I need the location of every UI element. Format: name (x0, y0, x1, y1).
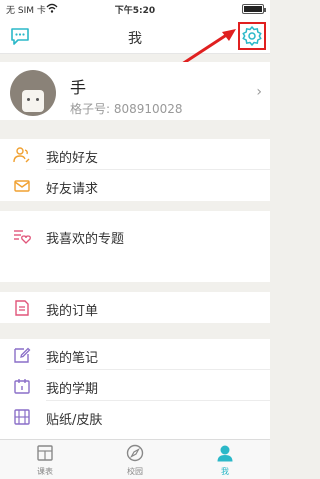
menu-item-favorite-topics[interactable]: 我喜欢的专题 (0, 220, 270, 251)
menu-item-label: 好友请求 (46, 182, 99, 197)
tab-label: 校园 (127, 467, 143, 476)
tab-label: 课表 (37, 467, 53, 476)
person-icon (217, 445, 233, 462)
friends-icon (13, 147, 30, 163)
menu-item-semester[interactable]: 我的学期 (0, 370, 270, 401)
tab-schedule[interactable]: 课表 (0, 440, 90, 479)
heart-list-icon (14, 230, 31, 244)
profile-card[interactable]: 手 格子号: 808910028 › (0, 62, 270, 120)
tab-label: 我 (221, 467, 229, 476)
notes-section: 我的笔记 我的学期 贴纸/皮肤 (0, 339, 270, 439)
menu-item-label: 我的学期 (46, 382, 99, 397)
tab-bar: 课表 校园 我 (0, 439, 270, 479)
envelope-icon (14, 180, 30, 192)
menu-item-notes[interactable]: 我的笔记 (0, 339, 270, 370)
menu-item-orders[interactable]: 我的订单 (0, 292, 270, 323)
tab-campus[interactable]: 校园 (90, 440, 180, 479)
settings-button[interactable] (238, 22, 266, 50)
friends-section: 我的好友 好友请求 (0, 139, 270, 201)
topics-section: 我喜欢的专题 (0, 211, 270, 282)
orders-section: 我的订单 (0, 292, 270, 323)
battery-icon (242, 4, 266, 14)
tab-me[interactable]: 我 (180, 440, 270, 479)
film-icon (14, 409, 30, 425)
menu-item-label: 我的笔记 (46, 351, 99, 366)
menu-item-label: 贴纸/皮肤 (46, 413, 103, 428)
profile-id: 格子号: 808910028 (70, 102, 183, 116)
gear-icon (242, 26, 262, 46)
menu-item-friend-requests[interactable]: 好友请求 (0, 170, 270, 201)
avatar (10, 70, 56, 116)
calendar-icon (14, 379, 30, 394)
note-pencil-icon (14, 347, 31, 363)
status-bar: 无 SIM 卡 下午5:20 (0, 0, 270, 18)
menu-item-label: 我的好友 (46, 151, 99, 166)
menu-item-label: 我的订单 (46, 304, 99, 319)
order-icon (15, 300, 29, 316)
menu-item-stickers[interactable]: 贴纸/皮肤 (0, 401, 270, 432)
status-time: 下午5:20 (114, 6, 156, 16)
profile-name: 手 (70, 78, 87, 97)
chevron-right-icon: › (256, 84, 262, 100)
compass-icon (126, 444, 144, 462)
menu-item-label: 我喜欢的专题 (46, 232, 125, 247)
menu-item-friends[interactable]: 我的好友 (0, 139, 270, 170)
grid-icon (37, 445, 53, 461)
